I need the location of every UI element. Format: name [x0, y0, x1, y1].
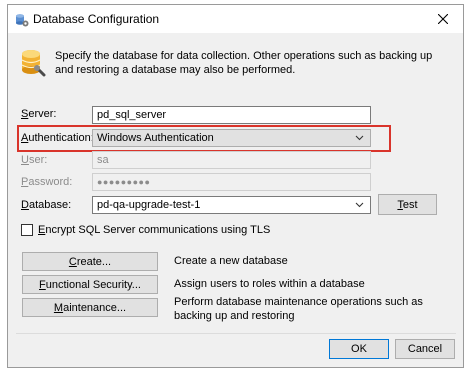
database-config-icon [16, 14, 29, 27]
encrypt-label-text: ncrypt SQL Server communications using T… [45, 224, 271, 236]
intro-text: Specify the database for data collection… [55, 50, 433, 76]
create-description: Create a new database [174, 255, 288, 267]
title-bar: Database Configuration [8, 5, 463, 33]
database-configuration-dialog: Database Configuration Specify the datab… [7, 4, 464, 368]
maintenance-button-text: aintenance... [63, 302, 127, 314]
user-label: User: [21, 154, 47, 166]
functional-security-button[interactable]: Functional Security... [22, 275, 158, 294]
database-select[interactable]: pd-qa-upgrade-test-1 [92, 196, 371, 214]
password-label-text: assword: [28, 176, 73, 188]
password-label: Password: [21, 176, 72, 188]
chevron-down-icon [355, 202, 364, 208]
user-input: sa [92, 151, 371, 169]
footer-separator [16, 333, 456, 334]
create-button-text: reate... [76, 256, 112, 268]
close-icon [438, 14, 448, 24]
database-icon [21, 50, 46, 77]
database-label-mnemonic: D [21, 199, 29, 211]
authentication-label-text: uthentication: [28, 132, 94, 144]
user-label-text: ser: [28, 154, 48, 166]
server-input[interactable]: pd_sql_server [92, 106, 371, 124]
create-button[interactable]: Create... [22, 252, 158, 271]
functional-security-button-mnemonic: F [39, 279, 46, 291]
cancel-button[interactable]: Cancel [395, 339, 455, 359]
user-label-mnemonic: U [21, 154, 29, 166]
database-label-text: atabase: [28, 199, 72, 211]
authentication-select[interactable]: Windows Authentication [92, 129, 371, 147]
database-value: pd-qa-upgrade-test-1 [97, 199, 201, 211]
authentication-label: Authentication: [21, 132, 94, 144]
authentication-value: Windows Authentication [97, 132, 214, 144]
functional-security-button-text: unctional Security... [45, 279, 141, 291]
test-button[interactable]: Test [378, 194, 437, 215]
ok-button[interactable]: OK [329, 339, 389, 359]
close-button[interactable] [423, 5, 463, 33]
encrypt-label[interactable]: Encrypt SQL Server communications using … [38, 224, 270, 236]
functional-security-description: Assign users to roles within a database [174, 278, 365, 290]
password-input: ●●●●●●●●● [92, 173, 371, 191]
window-title: Database Configuration [33, 12, 160, 26]
chevron-down-icon [355, 135, 364, 141]
server-label-text: erver: [28, 108, 57, 120]
create-button-mnemonic: C [68, 256, 77, 268]
encrypt-checkbox[interactable] [21, 224, 33, 236]
maintenance-button[interactable]: Maintenance... [22, 298, 158, 317]
test-button-text: est [402, 199, 418, 211]
database-label: Database: [21, 199, 71, 211]
server-label: Server: [21, 108, 56, 120]
maintenance-button-mnemonic: M [53, 302, 64, 314]
maintenance-description: Perform database maintenance operations … [174, 296, 423, 322]
